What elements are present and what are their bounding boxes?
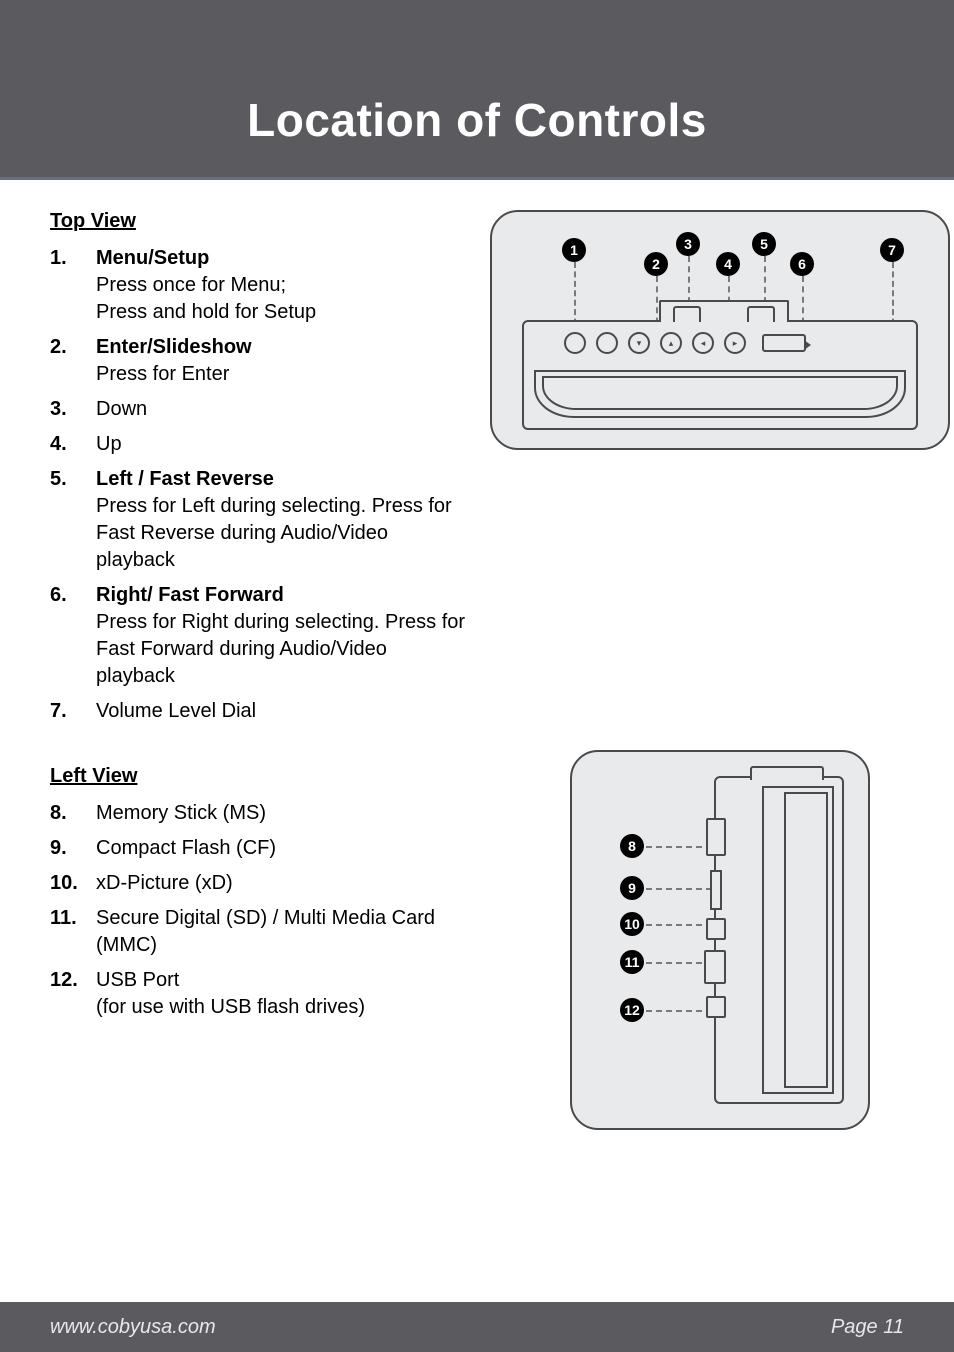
item-number: 9.	[50, 835, 96, 862]
right-button-icon: ▸	[724, 332, 746, 354]
item-number: 5.	[50, 466, 96, 574]
diagram-column: 1 2 3 4 5 6 7 ▾	[490, 210, 950, 1130]
device-side-outline	[714, 776, 844, 1104]
callout-badge: 12	[620, 998, 644, 1022]
item-title: Volume Level Dial	[96, 700, 256, 722]
item-number: 11.	[50, 905, 96, 959]
text-column: Top View 1. Menu/Setup Press once for Me…	[50, 210, 470, 1130]
device-stand	[659, 300, 789, 322]
item-title: Enter/Slideshow	[96, 336, 252, 358]
list-item: 3. Down	[50, 396, 470, 423]
item-title: Up	[96, 433, 122, 455]
left-view-heading: Left View	[50, 765, 470, 788]
callout-badge: 11	[620, 950, 644, 974]
footer-url: www.cobyusa.com	[50, 1316, 216, 1339]
top-view-list: 1. Menu/Setup Press once for Menu; Press…	[50, 245, 470, 725]
item-title: Compact Flash (CF)	[96, 837, 276, 859]
stand-detail	[673, 306, 701, 322]
item-title: xD-Picture (xD)	[96, 872, 233, 894]
callout-badge: 5	[752, 232, 776, 256]
list-item: 5. Left / Fast Reverse Press for Left du…	[50, 466, 470, 574]
list-item: 12. USB Port (for use with USB flash dri…	[50, 967, 470, 1021]
xd-slot-icon	[706, 918, 726, 940]
item-title: Memory Stick (MS)	[96, 802, 266, 824]
item-number: 12.	[50, 967, 96, 1021]
menu-button-icon	[564, 332, 586, 354]
item-title: Secure Digital (SD) / Multi Media Card (…	[96, 907, 435, 956]
left-view-list: 8. Memory Stick (MS) 9. Compact Flash (C…	[50, 800, 470, 1021]
top-button-row: ▾ ▴ ◂ ▸	[564, 332, 806, 354]
item-desc: (for use with USB flash drives)	[96, 994, 365, 1021]
item-number: 8.	[50, 800, 96, 827]
list-item: 4. Up	[50, 431, 470, 458]
device-side-inner	[762, 786, 834, 1094]
stand-detail	[747, 306, 775, 322]
list-item: 7. Volume Level Dial	[50, 698, 470, 725]
item-number: 10.	[50, 870, 96, 897]
item-desc: Press for Enter	[96, 361, 252, 388]
footer-page: Page 11	[831, 1316, 904, 1339]
callout-badge: 9	[620, 876, 644, 900]
list-item: 11. Secure Digital (SD) / Multi Media Ca…	[50, 905, 470, 959]
volume-dial-icon	[762, 334, 806, 352]
item-number: 6.	[50, 582, 96, 690]
item-title: Right/ Fast Forward	[96, 584, 284, 606]
device-side-inner2	[784, 792, 828, 1088]
up-button-icon: ▴	[660, 332, 682, 354]
device-outline: ▾ ▴ ◂ ▸	[522, 320, 918, 430]
footer-bar: www.cobyusa.com Page 11	[0, 1302, 954, 1352]
list-item: 2. Enter/Slideshow Press for Enter	[50, 334, 470, 388]
callout-badge: 7	[880, 238, 904, 262]
left-button-icon: ◂	[692, 332, 714, 354]
item-title: Menu/Setup	[96, 247, 209, 269]
item-title: Left / Fast Reverse	[96, 468, 274, 490]
callout-badge: 6	[790, 252, 814, 276]
item-number: 4.	[50, 431, 96, 458]
device-base	[534, 370, 906, 418]
cf-slot-icon	[710, 870, 722, 910]
usb-port-icon	[706, 996, 726, 1018]
list-item: 8. Memory Stick (MS)	[50, 800, 470, 827]
page-title: Location of Controls	[247, 93, 707, 147]
ms-slot-icon	[706, 818, 726, 856]
item-number: 3.	[50, 396, 96, 423]
item-title: USB Port	[96, 969, 179, 991]
list-item: 1. Menu/Setup Press once for Menu; Press…	[50, 245, 470, 326]
top-view-heading: Top View	[50, 210, 470, 233]
item-number: 2.	[50, 334, 96, 388]
callout-badge: 10	[620, 912, 644, 936]
callout-badge: 8	[620, 834, 644, 858]
item-desc: Press for Right during selecting. Press …	[96, 609, 470, 690]
list-item: 10. xD-Picture (xD)	[50, 870, 470, 897]
list-item: 9. Compact Flash (CF)	[50, 835, 470, 862]
sd-slot-icon	[704, 950, 726, 984]
list-item: 6. Right/ Fast Forward Press for Right d…	[50, 582, 470, 690]
callout-badge: 2	[644, 252, 668, 276]
enter-button-icon	[596, 332, 618, 354]
callout-badge: 3	[676, 232, 700, 256]
item-number: 7.	[50, 698, 96, 725]
header-bar: Location of Controls	[0, 0, 954, 180]
top-view-diagram: 1 2 3 4 5 6 7 ▾	[490, 210, 950, 450]
item-number: 1.	[50, 245, 96, 326]
callout-badge: 1	[562, 238, 586, 262]
down-button-icon: ▾	[628, 332, 650, 354]
body: Top View 1. Menu/Setup Press once for Me…	[0, 180, 954, 1130]
callout-badge: 4	[716, 252, 740, 276]
item-desc: Press for Left during selecting. Press f…	[96, 493, 470, 574]
item-title: Down	[96, 398, 147, 420]
item-desc: Press once for Menu; Press and hold for …	[96, 272, 316, 326]
left-view-diagram: 8 9 10 11 12	[570, 750, 870, 1130]
